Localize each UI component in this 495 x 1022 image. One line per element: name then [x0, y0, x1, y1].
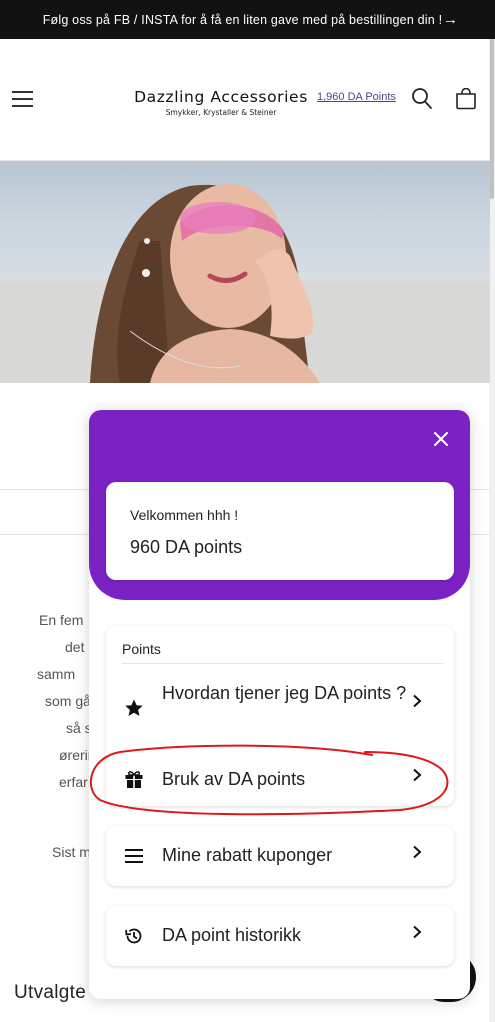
announcement-text: Følg oss på FB / INSTA for å få en liten…: [42, 12, 443, 27]
use-points-item[interactable]: Bruk av DA points: [106, 766, 454, 796]
search-icon[interactable]: [411, 87, 433, 111]
coupons-label: Mine rabatt kuponger: [162, 845, 333, 865]
use-points-label: Bruk av DA points: [162, 769, 306, 789]
body-text-line: En fem: [39, 612, 84, 628]
points-section: Points Hvordan tjener jeg DA points ? Br…: [106, 626, 454, 806]
body-text-line: samm: [37, 666, 76, 682]
earn-points-item[interactable]: Hvordan tjener jeg DA points ?: [106, 682, 454, 742]
coupons-item[interactable]: Mine rabatt kuponger: [106, 826, 454, 886]
points-balance-link[interactable]: 1,960 DA Points: [317, 91, 396, 103]
hero-model-illustration: [0, 184, 490, 383]
featured-heading: Utvalgte: [14, 982, 87, 1003]
rewards-panel: Velkommen hhh ! 960 DA points Points Hvo…: [89, 410, 470, 999]
menu-icon[interactable]: [12, 91, 33, 107]
chevron-right-icon: [413, 694, 422, 708]
history-label: DA point historikk: [162, 925, 302, 945]
hero-image: [0, 161, 490, 383]
body-text-line: det: [65, 639, 85, 655]
earn-points-label: Hvordan tjener jeg DA points ?: [162, 683, 407, 703]
brand-tagline: Smykker, Krystaller & Steiner: [165, 108, 277, 117]
chevron-right-icon: [413, 845, 422, 859]
body-text-line: som gå: [45, 693, 91, 709]
list-icon: [125, 849, 143, 863]
gift-icon: [125, 771, 143, 788]
welcome-card: Velkommen hhh ! 960 DA points: [106, 482, 454, 580]
history-icon: [125, 928, 142, 944]
close-icon[interactable]: [429, 427, 453, 451]
chevron-right-icon: [413, 768, 422, 782]
welcome-text: Velkommen hhh !: [130, 507, 239, 523]
points-history-item[interactable]: DA point historikk: [106, 906, 454, 966]
brand-name: Dazzling Accessories: [134, 88, 308, 106]
section-divider: [122, 663, 444, 664]
rewards-panel-header: Velkommen hhh ! 960 DA points: [89, 410, 470, 600]
star-icon: [125, 699, 143, 716]
arrow-right-icon[interactable]: →: [443, 11, 458, 28]
body-text-line: Sist m: [52, 844, 91, 860]
chevron-right-icon: [413, 925, 422, 939]
brand-logo[interactable]: Dazzling Accessories Smykker, Krystaller…: [130, 88, 312, 117]
body-text-line: erfar: [59, 774, 88, 790]
points-balance: 960 DA points: [130, 537, 243, 557]
points-section-title: Points: [122, 641, 161, 657]
cart-icon[interactable]: [455, 88, 477, 110]
scrollbar-thumb[interactable]: [490, 39, 494, 199]
site-header: Dazzling Accessories Smykker, Krystaller…: [0, 39, 495, 161]
announcement-bar[interactable]: Følg oss på FB / INSTA for å få en liten…: [0, 0, 495, 39]
